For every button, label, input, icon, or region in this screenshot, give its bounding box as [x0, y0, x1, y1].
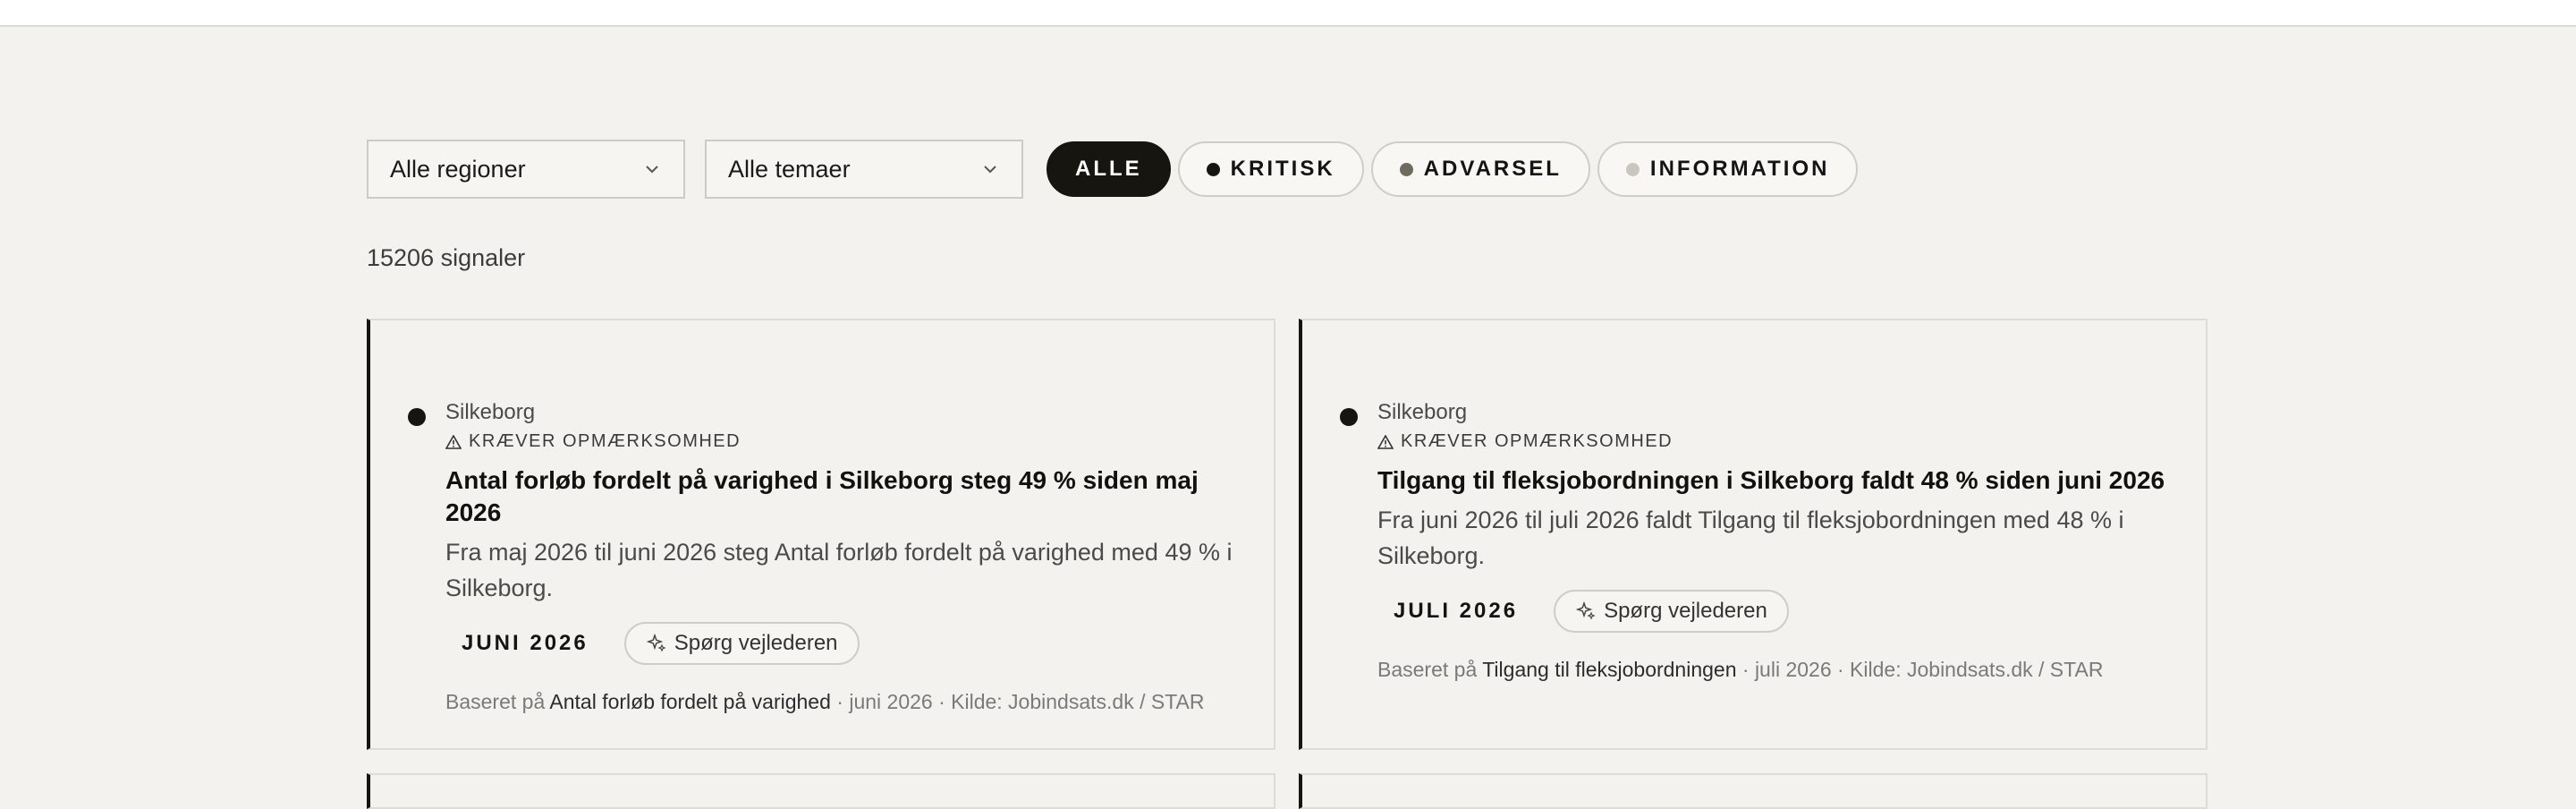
filter-pill-label: INFORMATION: [1649, 157, 1830, 181]
source-prefix: Baseret på: [1377, 658, 1478, 681]
top-bar: [0, 0, 2576, 27]
card-description: Fra maj 2026 til juni 2026 steg Antal fo…: [445, 539, 1233, 601]
region-select-value: Alle regioner: [390, 155, 526, 183]
signal-card[interactable]: Silkeborg KRÆVER OPMÆRKSOMHED Tilgang ti…: [1299, 319, 2207, 750]
region-select[interactable]: Alle regioner: [367, 140, 685, 199]
filter-pill-information[interactable]: INFORMATION: [1597, 141, 1859, 197]
card-date: JULI 2026: [1394, 599, 1519, 623]
sparkle-icon: [1575, 600, 1596, 620]
filter-pill-warning[interactable]: ADVARSEL: [1370, 141, 1590, 197]
source-metric: Antal forløb fordelt på varighed: [549, 690, 831, 713]
card-title: Tilgang til fleksjobordningen i Silkebor…: [1377, 466, 2165, 494]
sparkle-icon: [646, 633, 666, 652]
signal-count: 15206 signaler: [367, 244, 526, 271]
warning-triangle-icon: [1377, 434, 1394, 449]
theme-select-value: Alle temaer: [728, 155, 851, 183]
ask-advisor-label: Spørg vejlederen: [1604, 599, 1767, 623]
signal-card[interactable]: [1299, 773, 2207, 809]
ask-advisor-button[interactable]: Spørg vejlederen: [1554, 590, 1789, 633]
signal-card[interactable]: Silkeborg KRÆVER OPMÆRKSOMHED Antal forl…: [367, 319, 1275, 750]
source-metric: Tilgang til fleksjobordningen: [1482, 658, 1737, 681]
theme-select[interactable]: Alle temaer: [705, 140, 1023, 199]
critical-dot-icon: [408, 408, 426, 426]
severity-label: KRÆVER OPMÆRKSOMHED: [1377, 431, 2170, 452]
warning-triangle-icon: [445, 434, 462, 449]
severity-text: KRÆVER OPMÆRKSOMHED: [1401, 431, 1674, 451]
critical-dot-icon: [1206, 162, 1220, 176]
severity-label: KRÆVER OPMÆRKSOMHED: [445, 431, 1238, 452]
filter-bar: Alle regioner Alle temaer ALLE KRITISK A…: [367, 138, 1859, 200]
card-region: Silkeborg: [445, 400, 536, 424]
severity-text: KRÆVER OPMÆRKSOMHED: [469, 431, 741, 451]
source-suffix: · juni 2026 · Kilde: Jobindsats.dk / STA…: [836, 690, 1205, 713]
filter-pill-label: ADVARSEL: [1423, 157, 1562, 181]
card-source: Baseret på Tilgang til fleksjobordningen…: [1377, 658, 2170, 682]
card-title: Antal forløb fordelt på varighed i Silke…: [445, 466, 1199, 526]
critical-dot-icon: [1340, 408, 1358, 426]
ask-advisor-button[interactable]: Spørg vejlederen: [623, 622, 860, 665]
filter-pill-label: KRITISK: [1230, 157, 1335, 181]
filter-pill-critical[interactable]: KRITISK: [1177, 141, 1364, 197]
source-prefix: Baseret på: [445, 690, 546, 713]
card-date: JUNI 2026: [462, 631, 589, 655]
card-description: Fra juni 2026 til juli 2026 faldt Tilgan…: [1377, 507, 2124, 569]
card-region: Silkeborg: [1377, 400, 1468, 424]
ask-advisor-label: Spørg vejlederen: [674, 631, 838, 655]
filter-pill-all[interactable]: ALLE: [1046, 141, 1171, 197]
warning-dot-icon: [1399, 162, 1413, 176]
source-suffix: · juli 2026 · Kilde: Jobindsats.dk / STA…: [1741, 658, 2104, 681]
chevron-down-icon: [984, 166, 996, 174]
chevron-down-icon: [646, 166, 658, 174]
filter-pill-label: ALLE: [1075, 157, 1142, 181]
card-source: Baseret på Antal forløb fordelt på varig…: [445, 690, 1238, 714]
information-dot-icon: [1625, 162, 1640, 176]
signal-card[interactable]: [367, 773, 1275, 809]
